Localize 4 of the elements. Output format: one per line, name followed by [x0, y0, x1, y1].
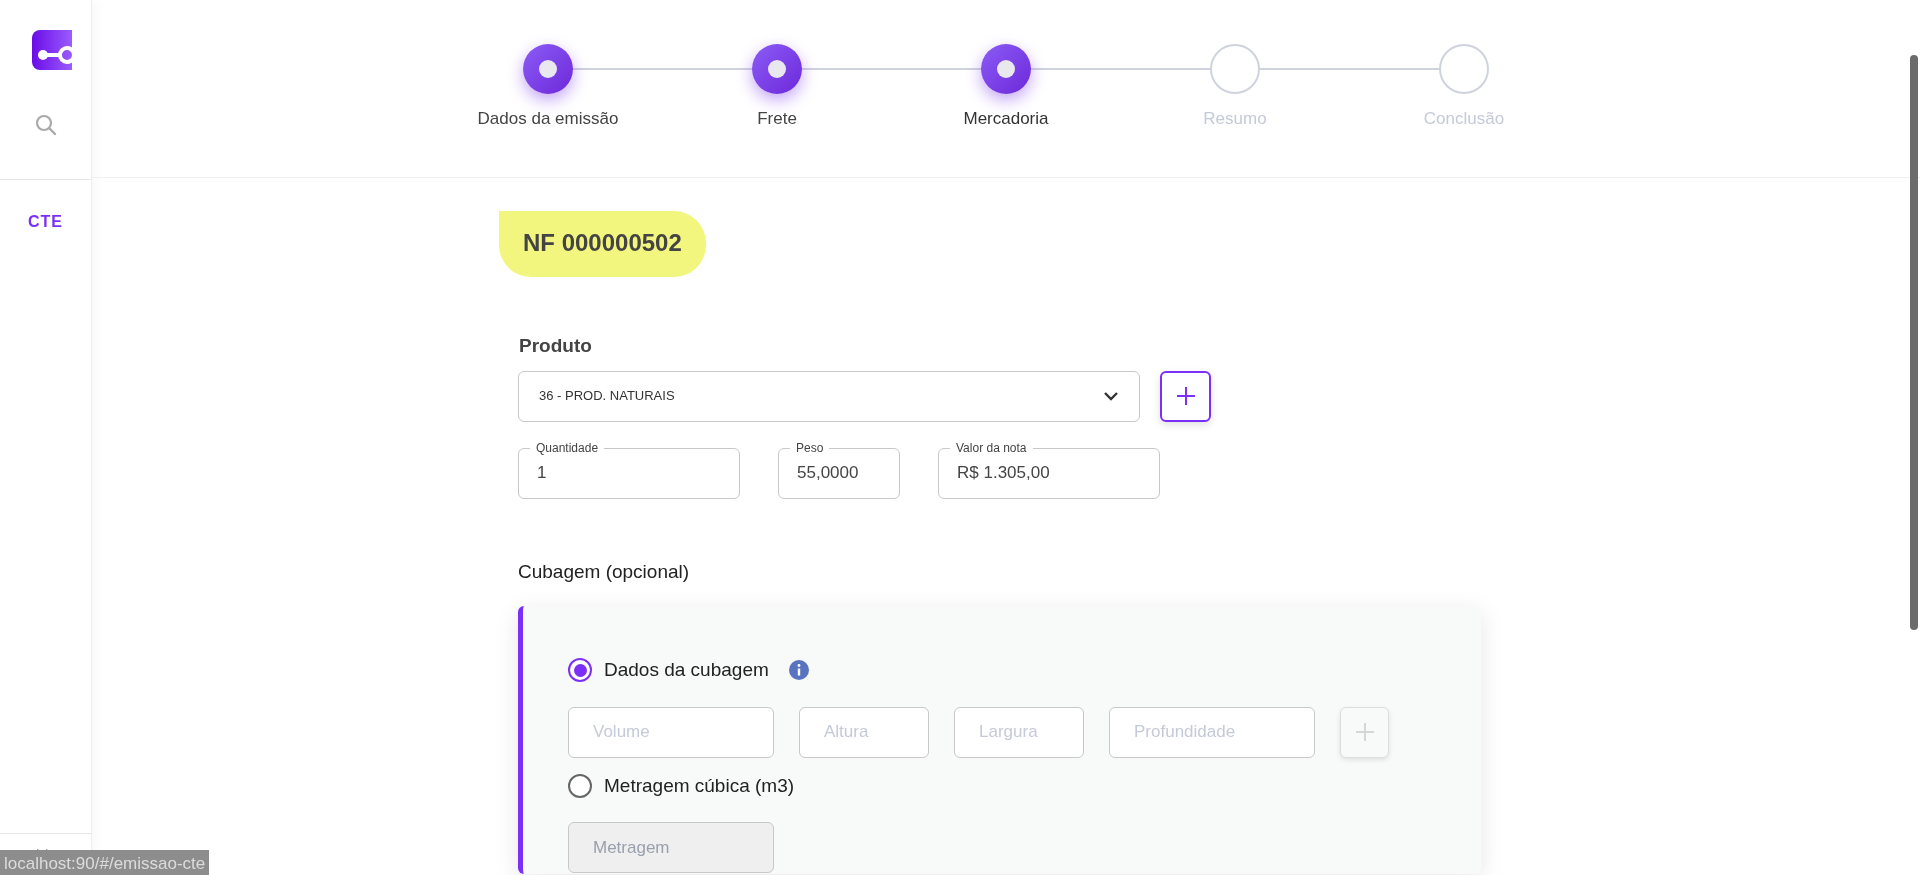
status-url: localhost:90/#/emissao-cte	[0, 850, 210, 875]
invoice-badge: NF 000000502	[499, 211, 706, 277]
section-title: Cubagem (opcional)	[518, 559, 691, 584]
product-label: Produto	[519, 334, 593, 358]
